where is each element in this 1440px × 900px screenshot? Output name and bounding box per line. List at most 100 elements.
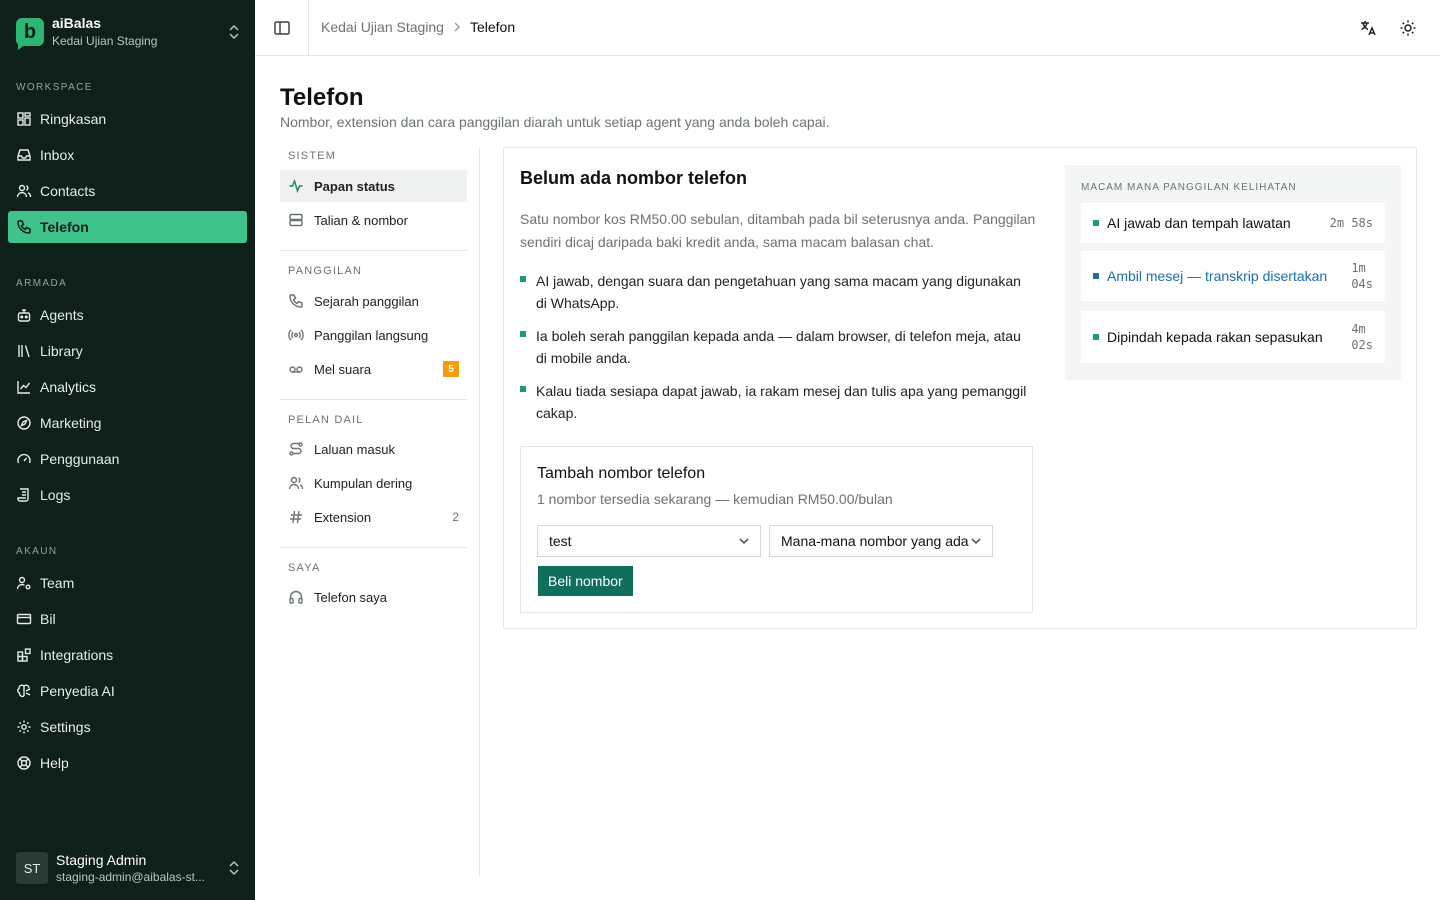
voicemail-icon [289, 366, 303, 373]
card-title: Belum ada nombor telefon [520, 168, 748, 188]
add-number-title: Tambah nombor telefon [537, 465, 706, 482]
nav-item-agents[interactable]: Agents [8, 299, 247, 331]
compass-icon [17, 416, 31, 430]
buy-number-button[interactable]: Beli nombor [538, 566, 633, 596]
nav-label: Inbox [40, 147, 75, 163]
subnav-item-extension[interactable]: Extension 2 [280, 501, 467, 533]
section-label-akaun: AKAUN [16, 546, 58, 557]
nav-item-telefon[interactable]: Telefon [8, 211, 247, 243]
workspace-switcher[interactable]: b aiBalas Kedai Ujian Staging [16, 14, 241, 50]
duration-minutes: 4m [1351, 322, 1366, 336]
users-icon [16, 184, 32, 198]
nav-item-team[interactable]: Team [8, 567, 247, 599]
subnav-divider [280, 250, 467, 251]
credit-card-icon [16, 613, 32, 625]
nav-label: Bil [40, 611, 56, 627]
nav-item-bil[interactable]: Bil [8, 603, 247, 635]
chevron-down-icon [739, 538, 749, 545]
blocks-icon [17, 648, 31, 662]
feature-item: AI jawab, dengan suara dan pengetahuan y… [520, 270, 1034, 314]
nav-item-logs[interactable]: Logs [8, 479, 247, 511]
nav-label: Logs [40, 487, 71, 503]
number-select-value: Mana-mana nombor yang ada [781, 533, 969, 549]
agent-select[interactable]: test [537, 525, 761, 557]
library-icon [18, 345, 30, 358]
nav-item-penyedia-ai[interactable]: Penyedia AI [8, 675, 247, 707]
user-menu[interactable]: ST Staging Admin staging-admin@aibalas-s… [16, 850, 241, 886]
topbar-divider [308, 0, 309, 56]
feature-list: AI jawab, dengan suara dan pengetahuan y… [520, 270, 1034, 435]
status-square [1093, 273, 1099, 279]
nav-item-settings[interactable]: Settings [8, 711, 247, 743]
chevron-right-icon [454, 22, 461, 32]
subnav-item-label: Telefon saya [314, 589, 387, 605]
subnav-item-panggilan-langsung[interactable]: Panggilan langsung [280, 319, 467, 351]
subnav-item-telefon-saya[interactable]: Telefon saya [280, 581, 467, 613]
call-example-text: AI jawab dan tempah lawatan [1107, 215, 1291, 231]
call-examples-label: MACAM MANA PANGGILAN KELIHATAN [1081, 182, 1297, 193]
nav-item-ringkasan[interactable]: Ringkasan [8, 103, 247, 135]
section-label-workspace: WORKSPACE [16, 82, 93, 93]
chevrons-up-down-icon [229, 860, 239, 876]
gauge-icon [17, 453, 31, 464]
subnav-item-label: Talian & nombor [314, 212, 408, 228]
status-square [1093, 334, 1099, 340]
number-select[interactable]: Mana-mana nombor yang ada [769, 525, 993, 557]
nav-item-contacts[interactable]: Contacts [8, 175, 247, 207]
nav-label: Contacts [40, 183, 96, 199]
subnav-item-sejarah-panggilan[interactable]: Sejarah panggilan [280, 285, 467, 317]
subnav-item-talian-nombor[interactable]: Talian & nombor [280, 204, 467, 236]
duration-seconds: 04s [1351, 277, 1373, 291]
nav-item-help[interactable]: Help [8, 747, 247, 779]
call-example-duration: 1m 04s [1351, 260, 1373, 292]
nav-item-inbox[interactable]: Inbox [8, 139, 247, 171]
gear-icon [17, 720, 31, 734]
call-example-text: Ambil mesej — transkrip disertakan [1107, 268, 1328, 284]
inbox-icon [17, 149, 31, 161]
call-example-text: Dipindah kepada rakan sepasukan [1107, 329, 1323, 345]
nav-item-integrations[interactable]: Integrations [8, 639, 247, 671]
sidebar-toggle-icon[interactable] [273, 19, 291, 37]
nav-label: Integrations [40, 647, 114, 663]
breadcrumb-workspace[interactable]: Kedai Ujian Staging [321, 19, 444, 35]
nav-item-penggunaan[interactable]: Penggunaan [8, 443, 247, 475]
nav-label: Ringkasan [40, 111, 107, 127]
activity-icon [289, 178, 303, 194]
subnav-item-papan-status[interactable]: Papan status [280, 170, 467, 202]
subnav-divider [280, 547, 467, 548]
user-text: Staging Admin staging-admin@aibalas-st..… [56, 852, 227, 885]
add-number-panel: Tambah nombor telefon 1 nombor tersedia … [520, 446, 1033, 613]
nav-label: Analytics [40, 379, 97, 395]
chevrons-up-down-icon [229, 24, 239, 40]
top-bar: Kedai Ujian Staging Telefon [255, 0, 1440, 56]
nav-item-library[interactable]: Library [8, 335, 247, 367]
dashboard-icon [17, 112, 31, 126]
phone-icon [17, 220, 31, 234]
status-square [1093, 220, 1099, 226]
workspace-text: aiBalas Kedai Ujian Staging [52, 15, 227, 49]
subnav-item-laluan-masuk[interactable]: Laluan masuk [280, 433, 467, 465]
call-example-item: Dipindah kepada rakan sepasukan 4m 02s [1081, 311, 1385, 363]
users-icon [288, 476, 304, 490]
sidebar: b aiBalas Kedai Ujian Staging WORKSPACE … [0, 0, 255, 900]
call-example-duration: 2m 58s [1329, 216, 1373, 230]
subnav-divider [280, 399, 467, 400]
nav-item-marketing[interactable]: Marketing [8, 407, 247, 439]
nav-label: Marketing [40, 415, 102, 431]
subnav-item-mel-suara[interactable]: Mel suara 5 [280, 353, 467, 385]
radio-broadcast-icon [288, 329, 304, 341]
sun-icon[interactable] [1399, 19, 1417, 37]
call-example-item: Ambil mesej — transkrip disertakan 1m 04s [1081, 251, 1385, 301]
nav-item-analytics[interactable]: Analytics [8, 371, 247, 403]
subnav-label-pelan-dail: PELAN DAIL [288, 414, 364, 426]
add-number-subtitle: 1 nombor tersedia sekarang — kemudian RM… [537, 491, 893, 507]
headphones-icon [289, 590, 303, 604]
subnav-item-label: Panggilan langsung [314, 327, 429, 343]
scroll-icon [17, 488, 29, 502]
phone-subnav: SISTEM Papan status Talian & nombor PANG… [280, 148, 480, 876]
nav-label: Team [40, 575, 75, 591]
subnav-label-panggilan: PANGGILAN [288, 265, 363, 277]
translate-icon[interactable] [1359, 19, 1377, 37]
logo-letter: b [23, 20, 37, 43]
subnav-item-kumpulan-dering[interactable]: Kumpulan dering [280, 467, 467, 499]
